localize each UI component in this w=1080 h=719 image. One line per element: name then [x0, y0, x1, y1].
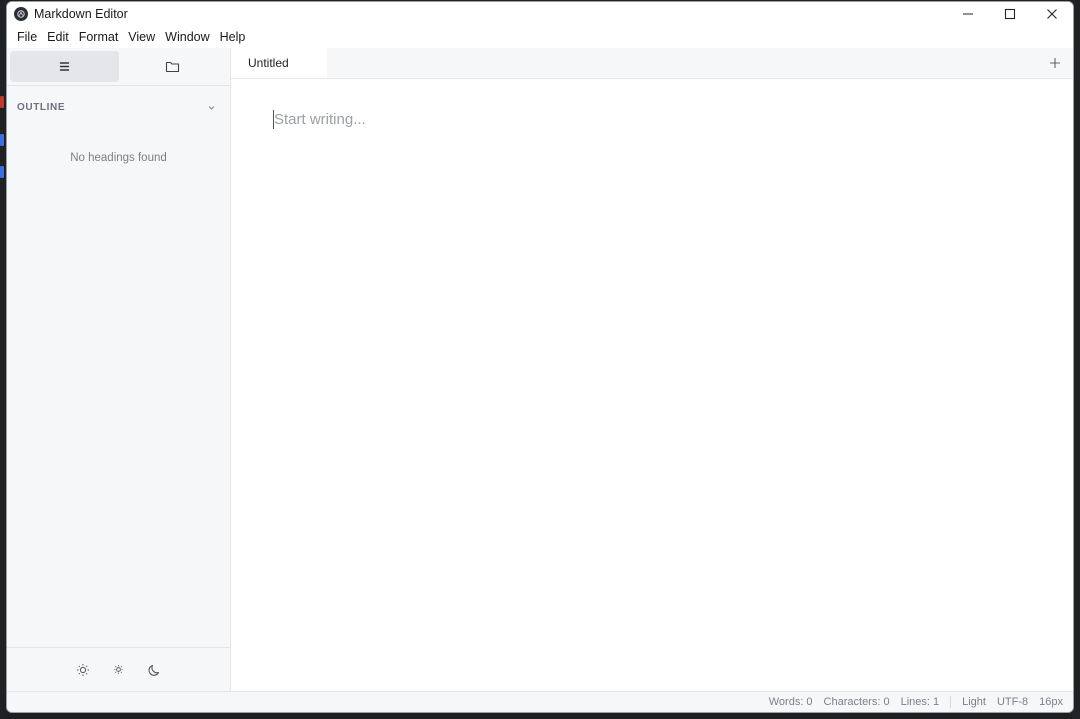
window-title: Markdown Editor [34, 7, 128, 21]
status-divider [950, 696, 952, 708]
tab-outline[interactable] [10, 51, 119, 82]
menu-edit[interactable]: Edit [42, 26, 74, 48]
dark-theme-button[interactable] [146, 661, 164, 679]
font-size-indicator[interactable]: 16px [1039, 696, 1063, 708]
system-theme-button[interactable] [110, 661, 128, 679]
folder-icon [166, 61, 180, 73]
outline-empty-message: No headings found [70, 152, 167, 164]
close-button[interactable] [1031, 2, 1073, 26]
chevron-down-icon[interactable] [207, 103, 216, 112]
encoding-indicator[interactable]: UTF-8 [997, 696, 1028, 708]
minimize-button[interactable] [947, 2, 989, 26]
theme-switcher [7, 647, 230, 691]
editor-area: Untitled Start writing... [231, 48, 1073, 691]
list-icon [59, 62, 69, 71]
tab-untitled[interactable]: Untitled [231, 48, 327, 78]
outline-header[interactable]: OUTLINE [7, 100, 230, 114]
new-tab-button[interactable] [1037, 48, 1073, 78]
menu-help[interactable]: Help [215, 26, 251, 48]
character-count: Characters: 0 [823, 696, 890, 708]
app-window: Markdown Editor File Edit Format View Wi… [6, 1, 1074, 713]
editor-placeholder: Start writing... [274, 111, 366, 128]
document-tab-bar: Untitled [231, 48, 1073, 79]
theme-indicator[interactable]: Light [962, 696, 986, 708]
sun-icon [76, 663, 89, 676]
app-logo-icon [14, 7, 28, 21]
word-count: Words: 0 [768, 696, 813, 708]
editor-textarea[interactable]: Start writing... [231, 79, 1073, 691]
title-bar[interactable]: Markdown Editor [7, 2, 1073, 26]
moon-icon [148, 664, 159, 676]
sidebar-tabs [7, 48, 230, 86]
status-bar: Words: 0 Characters: 0 Lines: 1 Light UT… [7, 691, 1073, 712]
menu-file[interactable]: File [12, 26, 42, 48]
tab-label: Untitled [248, 56, 289, 70]
sidebar: OUTLINE No headings found [7, 48, 231, 691]
sun-small-icon [114, 665, 123, 674]
menu-view[interactable]: View [123, 26, 160, 48]
minimize-icon [963, 13, 973, 15]
desktop-marker [0, 96, 4, 108]
menu-bar: File Edit Format View Window Help [7, 26, 1073, 48]
tab-files[interactable] [119, 51, 228, 82]
light-theme-button[interactable] [74, 661, 92, 679]
plus-icon [1050, 58, 1060, 68]
menu-format[interactable]: Format [74, 26, 124, 48]
desktop-marker [0, 166, 4, 178]
desktop-marker [0, 134, 4, 146]
maximize-button[interactable] [989, 2, 1031, 26]
maximize-icon [1004, 8, 1016, 20]
menu-window[interactable]: Window [160, 26, 214, 48]
close-icon [1047, 9, 1057, 19]
outline-title: OUTLINE [17, 101, 66, 113]
line-count: Lines: 1 [900, 696, 940, 708]
